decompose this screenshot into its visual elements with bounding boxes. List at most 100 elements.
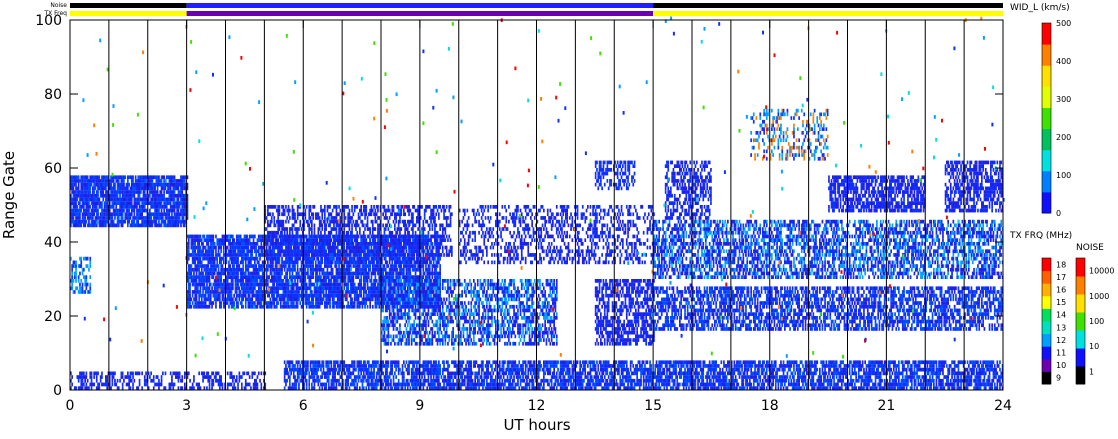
echo-cell xyxy=(337,246,339,250)
echo-cell xyxy=(209,286,211,290)
echo-cell xyxy=(437,264,439,268)
echo-cell xyxy=(131,198,133,202)
echo-cell xyxy=(368,235,370,239)
echo-cell xyxy=(298,227,300,231)
echo-cell xyxy=(236,290,238,294)
echo-cell xyxy=(102,198,104,202)
echo-cell xyxy=(321,249,323,253)
echo-cell xyxy=(220,249,222,253)
echo-cell xyxy=(336,231,338,235)
echo-cell xyxy=(271,216,273,220)
echo-cell xyxy=(318,246,320,250)
echo-cell xyxy=(239,286,241,290)
echo-cell xyxy=(299,220,301,224)
echo-cell xyxy=(285,264,287,268)
echo-cell xyxy=(376,242,378,246)
echo-cell xyxy=(377,209,379,213)
echo-cell xyxy=(323,242,325,246)
echo-cell xyxy=(372,209,374,213)
echo-cell xyxy=(369,238,371,242)
echo-cell xyxy=(332,272,334,276)
echo-cell xyxy=(324,220,326,224)
echo-cell xyxy=(288,286,290,290)
echo-cell xyxy=(323,290,325,294)
echo-cell xyxy=(210,294,212,298)
echo-cell xyxy=(93,190,95,194)
echo-cell xyxy=(320,205,322,209)
echo-cell xyxy=(273,249,275,253)
echo-cell xyxy=(312,264,314,268)
echo-cell xyxy=(367,216,369,220)
echo-cell xyxy=(429,268,431,272)
echo-cell xyxy=(207,242,209,246)
echo-cell xyxy=(220,305,222,309)
echo-cell xyxy=(200,246,202,250)
echo-cell xyxy=(241,301,243,305)
echo-cell xyxy=(372,305,374,309)
echo-cell xyxy=(327,305,329,309)
echo-cell xyxy=(371,246,373,250)
echo-cell xyxy=(299,235,301,239)
echo-cell xyxy=(128,183,130,187)
echo-cell xyxy=(88,209,90,213)
echo-cell xyxy=(262,249,264,253)
echo-cell xyxy=(196,279,198,283)
echo-cell xyxy=(353,253,355,257)
echo-cell xyxy=(358,224,360,228)
echo-cell xyxy=(95,187,97,191)
echo-cell xyxy=(438,261,440,265)
echo-cell xyxy=(337,249,339,253)
echo-cell xyxy=(202,242,204,246)
echo-cell xyxy=(334,253,336,257)
echo-cell xyxy=(179,205,181,209)
echo-cell xyxy=(288,220,290,224)
echo-cell xyxy=(145,194,147,198)
echo-cell xyxy=(376,305,378,309)
echo-cell xyxy=(371,212,373,216)
echo-cell xyxy=(307,268,309,272)
echo-cell xyxy=(305,268,307,272)
echo-cell xyxy=(292,279,294,283)
echo-cell xyxy=(192,294,194,298)
echo-cell xyxy=(156,220,158,224)
echo-cell xyxy=(189,301,191,305)
echo-cell xyxy=(71,283,73,287)
echo-cell xyxy=(174,175,176,179)
echo-cell xyxy=(233,301,235,305)
echo-cell xyxy=(429,275,431,279)
echo-cell xyxy=(356,205,358,209)
echo-cell xyxy=(293,286,295,290)
echo-cell xyxy=(131,212,133,216)
echo-cell xyxy=(288,249,290,253)
echo-cell xyxy=(292,231,294,235)
echo-cell xyxy=(425,264,427,268)
echo-cell xyxy=(362,242,364,246)
echo-cell xyxy=(382,242,384,246)
echo-cell xyxy=(123,209,125,213)
echo-cell xyxy=(279,261,281,265)
echo-cell xyxy=(349,246,351,250)
noise-bar xyxy=(70,3,1003,8)
echo-cell xyxy=(270,212,272,216)
echo-cell xyxy=(377,249,379,253)
echo-cell xyxy=(294,279,296,283)
echo-cell xyxy=(86,220,88,224)
echo-cell xyxy=(349,212,351,216)
echo-cell xyxy=(275,253,277,257)
echo-cell xyxy=(331,264,333,268)
echo-cell xyxy=(276,298,278,302)
echo-cell xyxy=(299,301,301,305)
echo-cell xyxy=(327,242,329,246)
echo-cell xyxy=(358,246,360,250)
echo-cell xyxy=(324,249,326,253)
echo-cell xyxy=(306,253,308,257)
echo-cell xyxy=(237,272,239,276)
echo-cell xyxy=(280,238,282,242)
echo-cell xyxy=(367,224,369,228)
echo-cell xyxy=(308,224,310,228)
echo-cell xyxy=(180,224,182,228)
echo-cell xyxy=(311,227,313,231)
echo-cell xyxy=(242,305,244,309)
echo-cell xyxy=(249,238,251,242)
echo-cell xyxy=(170,201,172,205)
